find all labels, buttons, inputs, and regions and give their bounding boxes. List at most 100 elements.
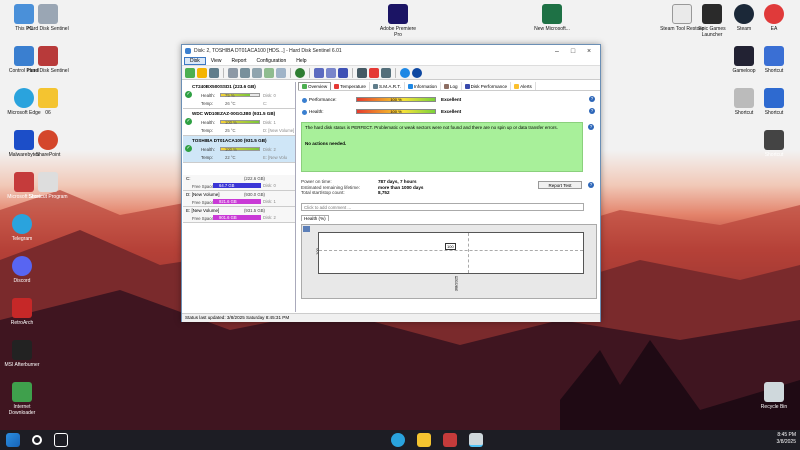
tab-smart[interactable]: S.M.A.R.T. [370, 82, 405, 90]
windows-start-icon[interactable] [6, 433, 20, 447]
tab-log[interactable]: Log [441, 82, 462, 90]
desktop-icon-shortcut-2[interactable]: Shortcut [752, 46, 796, 74]
menu-view[interactable]: View [206, 58, 227, 64]
desktop-icon-recycle-bin[interactable]: Recycle Bin [752, 382, 796, 410]
menu-configuration[interactable]: Configuration [252, 58, 292, 64]
volume-disk: Disk: 1 [263, 199, 276, 204]
health-row: Health: 100 % Excellent ? [301, 107, 599, 115]
disk-item[interactable]: CT240BX500SSD1 (223.6 GB) ✓ Health: 75 %… [183, 82, 295, 109]
desktop-icon-shortcut[interactable]: Shortcut Program [26, 172, 70, 200]
tool-icon[interactable] [276, 67, 286, 78]
desktop-icon-retroarch[interactable]: RetroArch [0, 298, 44, 326]
hds-taskbar-icon[interactable] [469, 433, 483, 447]
disk-number: Disk: 2 [263, 147, 276, 152]
tool-icon[interactable] [240, 67, 250, 78]
disk-name: TOSHIBA DT01ACA100 (931.5 GB) [192, 138, 267, 143]
tool-icon[interactable] [228, 67, 238, 78]
close-button[interactable]: × [581, 48, 597, 55]
edge-taskbar-icon[interactable] [391, 433, 405, 447]
temp-label: Temp: [201, 101, 213, 106]
test-icon[interactable] [326, 67, 336, 78]
discord-icon [12, 256, 32, 276]
disk-name: WDC WD10EZAZ-00GGJB0 (931.5 GB) [192, 111, 276, 116]
task-view-icon[interactable] [54, 433, 68, 447]
search-icon[interactable] [32, 435, 42, 445]
menu-disk[interactable]: Disk [184, 57, 206, 65]
desktop-icon-hds[interactable]: Hard Disk Sentinel [26, 4, 70, 32]
minimize-button[interactable]: – [549, 48, 565, 55]
health-status: Excellent [441, 108, 462, 114]
health-graph: 100 100 3/8/2025 [301, 224, 597, 299]
temp-value: 25 °C [225, 128, 236, 133]
disk-item-selected[interactable]: TOSHIBA DT01ACA100 (931.5 GB) ✓ Health: … [183, 136, 295, 163]
menu-help[interactable]: Help [291, 58, 311, 64]
disk-item[interactable]: WDC WD10EZAZ-00GGJB0 (931.5 GB) ✓ Health… [183, 109, 295, 136]
volume-item[interactable]: D: [New Volume] (930.0 GB) Free Space 92… [183, 191, 295, 207]
tab-label: Temperature [340, 83, 366, 89]
report-icon[interactable] [357, 67, 367, 78]
desktop-icon-afterburner[interactable]: MSI Afterburner [0, 340, 44, 368]
info-icon[interactable] [412, 67, 422, 78]
settings-icon[interactable] [381, 67, 391, 78]
tab-information[interactable]: Information [405, 82, 441, 90]
globe-icon[interactable] [295, 67, 305, 78]
taskbar: 8:45 PM 3/8/2025 [0, 430, 800, 450]
help-icon[interactable] [400, 67, 410, 78]
free-space-label: Free Space [192, 184, 214, 189]
disk-icon[interactable] [197, 67, 207, 78]
explorer-taskbar-icon[interactable] [417, 433, 431, 447]
desktop-icon-excel[interactable]: New Microsoft... [530, 4, 574, 32]
maximize-button[interactable]: □ [565, 48, 581, 55]
tool-icon[interactable] [264, 67, 274, 78]
gauge-icon[interactable] [209, 67, 219, 78]
store-taskbar-icon[interactable] [443, 433, 457, 447]
folder-icon [38, 88, 58, 108]
startstop-value: 8,752 [378, 190, 390, 196]
help-icon[interactable]: ? [589, 108, 595, 114]
desktop-icon-sharepoint[interactable]: SharePoint [26, 130, 70, 158]
health-graph-tab[interactable]: Health (%) [301, 215, 329, 221]
menu-report[interactable]: Report [226, 58, 251, 64]
system-tray[interactable]: 8:45 PM 3/8/2025 [777, 432, 796, 446]
test-icon[interactable] [338, 67, 348, 78]
chart-icon[interactable] [369, 67, 379, 78]
health-value: 100 % [225, 120, 237, 125]
desktop-icon-ea[interactable]: EA [752, 4, 796, 32]
disk-number: Disk: 1 [263, 120, 276, 125]
volume-item[interactable]: C: (222.6 GB) Free Space 64.7 GB Disk: 0 [183, 175, 295, 191]
desktop-icon-discord[interactable]: Discord [0, 256, 44, 284]
help-icon[interactable]: ? [588, 182, 594, 188]
health-label: Health: [201, 120, 215, 125]
shortcut-icon [764, 46, 784, 66]
tab-label: Alerts [520, 83, 532, 89]
clock-time: 8:45 PM [777, 432, 796, 438]
save-icon[interactable] [303, 226, 310, 232]
desktop-icon-telegram[interactable]: Telegram [0, 214, 44, 242]
status-description[interactable]: The hard disk status is PERFECT. Problem… [301, 122, 583, 172]
help-icon[interactable]: ? [589, 96, 595, 102]
toolbar-separator [309, 67, 310, 78]
report-test-button[interactable]: Report Test [538, 181, 582, 189]
volume-item[interactable]: E: [New Volume] (931.5 GB) Free Space 90… [183, 207, 295, 223]
tab-temperature[interactable]: Temperature [331, 82, 370, 90]
tab-overview[interactable]: Overview [298, 82, 332, 90]
desktop-icon-idm[interactable]: Internet Downloader [0, 382, 44, 416]
help-icon[interactable]: ? [588, 124, 594, 130]
test-icon[interactable] [314, 67, 324, 78]
desktop-icon-premiere[interactable]: Adobe Premiere Pro [376, 4, 420, 38]
desktop-icon-shortcut-5[interactable]: Shortcut [752, 130, 796, 158]
performance-bar: 100 % [356, 96, 436, 102]
drive-letter: D: [New Volume] [263, 128, 295, 133]
tab-alerts[interactable]: Alerts [511, 82, 536, 90]
tool-icon[interactable] [252, 67, 262, 78]
refresh-icon[interactable] [185, 67, 195, 78]
lifetime-value: more than 1000 days [378, 184, 424, 190]
tab-disk-performance[interactable]: Disk Performance [462, 82, 512, 90]
desktop-icon-shortcut-4[interactable]: Shortcut [752, 88, 796, 116]
title-bar[interactable]: Disk: 2, TOSHIBA DT01ACA100 [HDS...] - H… [182, 45, 600, 57]
comment-input[interactable]: Click to add comment ... [301, 203, 584, 211]
status-text: The hard disk status is PERFECT. Problem… [305, 125, 558, 130]
desktop-icon-folder[interactable]: 06 [26, 88, 70, 116]
desktop-icon-hds-2[interactable]: Hard Disk Sentinel [26, 46, 70, 74]
disk-number: Disk: 0 [263, 93, 276, 98]
